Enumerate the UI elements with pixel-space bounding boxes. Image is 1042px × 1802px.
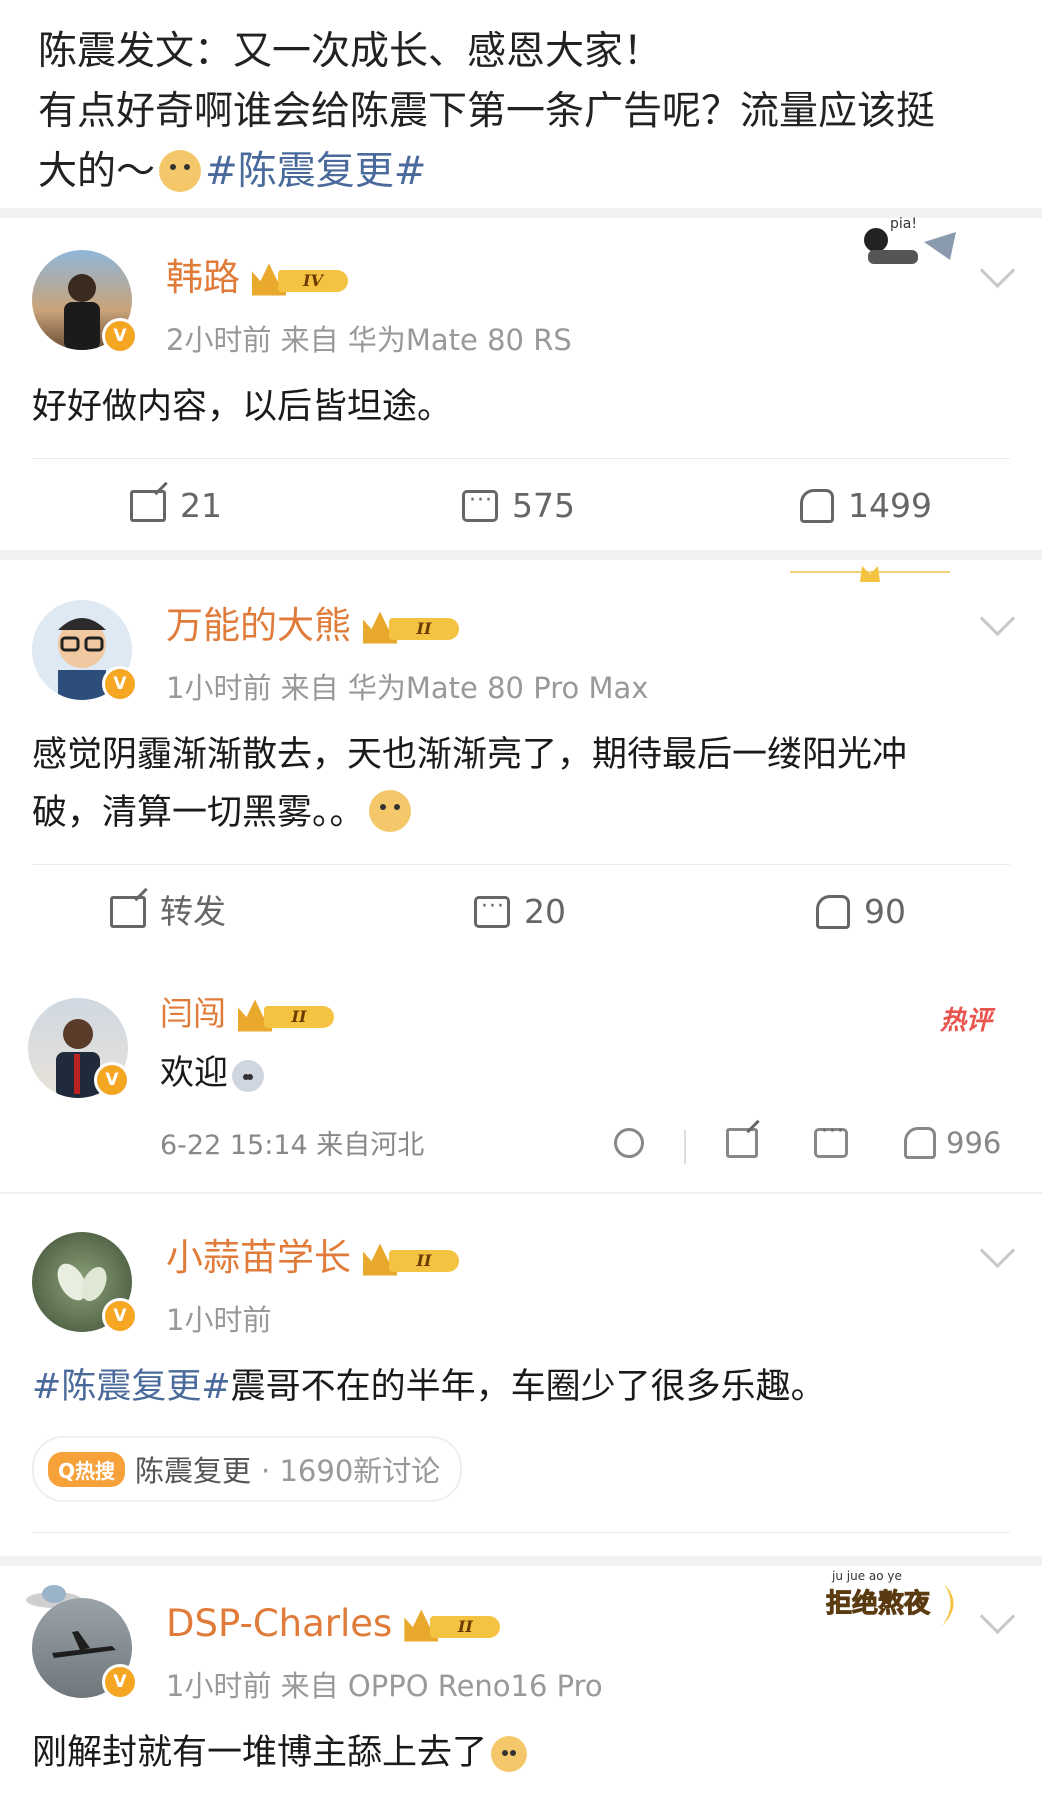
section-divider — [0, 550, 1042, 560]
comment-text: 刚解封就有一堆博主舔上去了 — [32, 1724, 531, 1782]
vip-level-badge: II — [404, 1609, 504, 1642]
commenter-name[interactable]: 韩路 IV — [166, 256, 352, 300]
thumbs-up-icon — [800, 489, 834, 523]
verified-badge-icon: V — [102, 1664, 138, 1700]
share-icon — [110, 896, 146, 928]
dislike-button[interactable] — [614, 1128, 644, 1158]
thumbs-up-icon — [816, 895, 850, 929]
like-button[interactable]: 1499 — [800, 486, 932, 526]
commenter-name[interactable]: 万能的大熊 II — [166, 604, 463, 648]
commenter-name[interactable]: DSP-Charles II — [166, 1602, 504, 1646]
divider — [32, 1532, 1010, 1533]
divider — [684, 1130, 686, 1164]
reply-like-button[interactable]: 996 — [904, 1126, 1001, 1160]
comment-text: 好好做内容，以后皆坦途。 — [32, 387, 453, 427]
comment-button[interactable]: 20 — [474, 887, 566, 932]
thumbs-up-icon — [904, 1127, 936, 1159]
comment-hashtag[interactable]: #陈震复更# — [32, 1367, 231, 1407]
comment-meta: 1小时前 来自 华为Mate 80 Pro Max — [166, 671, 649, 705]
comment-button[interactable]: 575 — [462, 481, 575, 526]
vip-level-badge: II — [238, 999, 338, 1032]
share-icon — [726, 1128, 758, 1158]
svg-text:ju jue ao ye: ju jue ao ye — [831, 1569, 902, 1583]
share-icon — [130, 490, 166, 522]
reply-comment-button[interactable] — [814, 1119, 848, 1158]
reply-meta: 6-22 15:14 来自河北 — [160, 1130, 425, 1161]
divider — [0, 1192, 1042, 1194]
verified-badge-icon: V — [102, 318, 138, 354]
share-button[interactable]: 21 — [130, 486, 222, 526]
comment-meta: 2小时前 来自 华为Mate 80 RS — [166, 323, 572, 357]
pia-text: pia! — [890, 216, 917, 232]
chevron-down-icon[interactable] — [979, 600, 1016, 637]
verified-badge-icon: V — [102, 1298, 138, 1334]
post-text: 陈震发文：又一次成长、感恩大家！ 有点好奇啊谁会给陈震下第一条广告呢？流量应该挺… — [38, 22, 998, 202]
commenter-name[interactable]: 小蒜苗学长 II — [166, 1236, 463, 1280]
svg-text:拒绝熬夜: 拒绝熬夜 — [826, 1588, 931, 1619]
comment-icon — [474, 887, 510, 928]
chevron-down-icon[interactable] — [979, 252, 1016, 289]
hot-search-badge: Q热搜 — [48, 1451, 126, 1487]
reply-name[interactable]: 闫闯 II — [160, 992, 338, 1036]
post-hashtag[interactable]: #陈震复更# — [205, 149, 426, 194]
vip-level-badge: II — [363, 1243, 463, 1276]
hot-search-pill[interactable]: Q热搜 陈震复更 · 1690新讨论 — [32, 1436, 463, 1502]
hot-comment-badge: 热评 — [940, 1006, 993, 1036]
vip-level-badge: II — [363, 611, 463, 644]
post-line-1: 陈震发文：又一次成长、感恩大家！ — [38, 29, 663, 74]
divider — [32, 458, 1010, 459]
reply-text: 欢迎 — [160, 1044, 268, 1102]
pia-sticker-icon: pia! — [846, 212, 966, 282]
laughing-emoji-icon — [491, 1736, 528, 1772]
comment-icon — [462, 481, 498, 522]
crown-decoration-icon — [790, 560, 950, 590]
share-button[interactable]: 转发 — [110, 892, 226, 932]
reply-share-button[interactable] — [726, 1128, 758, 1158]
verified-badge-icon: V — [102, 666, 138, 702]
search-icon: Q — [58, 1458, 76, 1483]
comment-meta: 1小时前 来自 OPPO Reno16 Pro — [166, 1669, 603, 1703]
robot-emoji-icon — [232, 1060, 264, 1092]
comment-text: 感觉阴霾渐渐散去，天也渐渐亮了，期待最后一缕阳光冲 破，清算一切黑雾。。 — [32, 735, 908, 833]
verified-badge-icon: V — [94, 1062, 130, 1098]
chevron-down-icon[interactable] — [979, 1598, 1016, 1635]
post-line-3: 大的～ #陈震复更# — [38, 149, 427, 194]
vip-level-badge: IV — [252, 263, 352, 296]
like-button[interactable]: 90 — [816, 892, 906, 932]
doge-emoji-icon — [159, 150, 202, 192]
no-staying-up-late-sticker-icon: ju jue ao ye 拒绝熬夜 — [824, 1564, 974, 1634]
post-line-2: 有点好奇啊谁会给陈震下第一条广告呢？流量应该挺 — [38, 89, 936, 134]
chevron-down-icon[interactable] — [979, 1232, 1016, 1269]
divider — [32, 864, 1010, 865]
sad-face-icon — [614, 1128, 644, 1158]
comment-icon — [814, 1119, 848, 1158]
comment-text: #陈震复更#震哥不在的半年，车圈少了很多乐趣。 — [32, 1367, 826, 1407]
doge-emoji-icon — [368, 790, 411, 832]
comment-meta: 1小时前 — [166, 1303, 272, 1337]
